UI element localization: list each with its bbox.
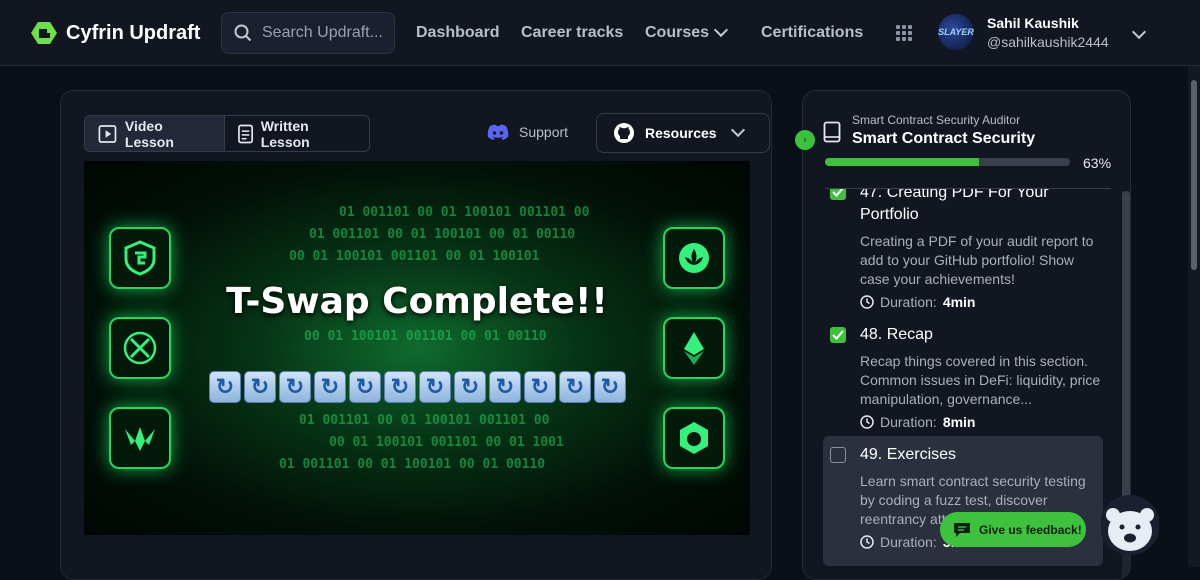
repeat-emoji: ↻	[314, 371, 346, 403]
lesson-item-47[interactable]: 47. Creating PDF For Your Portfolio Crea…	[823, 189, 1103, 310]
user-handle: @sahilkaushik2444	[987, 34, 1109, 50]
resources-chevron-down-icon	[730, 122, 745, 138]
lesson-list-scrollbar-thumb[interactable]	[1122, 191, 1130, 521]
lesson-duration: Duration: 8min	[860, 414, 1103, 430]
logo[interactable]: Cyfrin Updraft	[30, 19, 200, 47]
avatar[interactable]: SLAYER	[938, 14, 974, 50]
resources-label: Resources	[645, 125, 717, 141]
duration-label: Duration:	[880, 534, 937, 550]
feedback-button[interactable]: Give us feedback!	[940, 512, 1086, 547]
clock-icon	[860, 415, 874, 429]
repeat-emoji: ↻	[349, 371, 381, 403]
lesson-description: Creating a PDF of your audit report to a…	[860, 233, 1094, 287]
bear-mascot-icon[interactable]	[1101, 495, 1159, 555]
repeat-emoji: ↻	[454, 371, 486, 403]
repeat-emoji: ↻	[489, 371, 521, 403]
binary-pattern-decor: 01 001101 00 01 100101 00 01 00110	[279, 457, 546, 472]
page-scrollbar-thumb[interactable]	[1191, 80, 1197, 270]
user-name: Sahil Kaushik	[987, 15, 1079, 31]
course-track: Smart Contract Security Auditor	[852, 113, 1021, 127]
repeat-emoji: ↻	[594, 371, 626, 403]
lesson-panel: Video Lesson Written Lesson Support Reso…	[60, 90, 772, 580]
completed-checkbox-icon[interactable]	[830, 189, 846, 200]
course-sidebar: Smart Contract Security Auditor Smart Co…	[802, 90, 1131, 580]
lesson-title: 47. Creating PDF For Your Portfolio	[860, 189, 1049, 223]
collapse-sidebar-button[interactable]: ›	[795, 130, 815, 150]
lesson-duration: Duration: 4min	[860, 294, 1103, 310]
video-player[interactable]: 01 001101 00 01 100101 001101 00 01 0011…	[84, 161, 750, 535]
support-link[interactable]: Support	[487, 124, 568, 140]
video-title: T-Swap Complete!!	[226, 281, 608, 322]
chevron-right-icon: ›	[803, 134, 807, 146]
lesson-title: 48. Recap	[860, 326, 933, 343]
page-scrollbar[interactable]	[1188, 66, 1200, 567]
course-progress-percent: 63%	[1083, 155, 1112, 171]
binary-pattern-decor: 00 01 100101 001101 00 01 1001	[329, 435, 564, 450]
repeat-emoji: ↻	[524, 371, 556, 403]
binary-pattern-decor: 01 001101 00 01 100101 001101 00	[339, 205, 590, 220]
repeat-emoji: ↻	[279, 371, 311, 403]
lesson-description: Recap things covered in this section. Co…	[860, 353, 1101, 407]
user-menu-chevron-down-icon[interactable]	[1131, 24, 1147, 40]
binary-pattern-decor: 01 001101 00 01 100101 00 01 00110	[309, 227, 576, 242]
duration-label: Duration:	[880, 294, 937, 310]
incomplete-checkbox-icon[interactable]	[830, 447, 846, 463]
discord-icon	[487, 124, 509, 140]
written-lesson-tab[interactable]: Written Lesson	[223, 116, 369, 151]
chat-icon	[954, 522, 970, 537]
lotus-badge-icon	[663, 227, 725, 289]
video-lesson-label: Video Lesson	[124, 117, 174, 150]
binary-pattern-decor: 00 01 100101 001101 00 01 100101	[289, 249, 540, 264]
shield-badge-icon	[109, 227, 171, 289]
binary-pattern-decor: 01 001101 00 01 100101 001101 00	[299, 413, 550, 428]
repeat-emoji: ↻	[209, 371, 241, 403]
duration-value: 4min	[942, 294, 976, 310]
ethereum-badge-icon	[663, 317, 725, 379]
repeat-emoji: ↻	[559, 371, 591, 403]
video-lesson-tab[interactable]: Video Lesson	[85, 116, 224, 151]
cyfrin-logo-icon	[31, 22, 57, 44]
resources-dropdown[interactable]: Resources	[596, 113, 770, 153]
search-input[interactable]	[262, 24, 382, 42]
courses-chevron-down-icon[interactable]	[713, 22, 729, 38]
support-label: Support	[519, 124, 569, 140]
book-icon	[823, 121, 841, 143]
nav-career-tracks[interactable]: Career tracks	[521, 24, 623, 42]
written-lesson-label: Written Lesson	[260, 117, 310, 150]
tools-badge-icon	[109, 317, 171, 379]
repeat-emoji: ↻	[244, 371, 276, 403]
course-progress-bar	[825, 158, 1070, 166]
github-icon	[614, 123, 634, 143]
duration-value: 8min	[942, 414, 976, 430]
repeat-emoji: ↻	[384, 371, 416, 403]
helmet-badge-icon	[663, 407, 725, 469]
nav-dashboard[interactable]: Dashboard	[416, 24, 500, 42]
search-icon	[234, 24, 252, 42]
duration-label: Duration:	[880, 414, 937, 430]
repeat-emoji-row: ↻ ↻ ↻ ↻ ↻ ↻ ↻ ↻ ↻ ↻ ↻ ↻	[209, 371, 626, 403]
clock-icon	[860, 295, 874, 309]
course-progress-fill	[825, 158, 980, 166]
binary-pattern-decor: 00 01 100101 001101 00 01 00110	[304, 329, 547, 344]
clock-icon	[860, 535, 874, 549]
document-icon	[237, 124, 253, 143]
lesson-title: 49. Exercises	[860, 446, 957, 463]
nav-certifications[interactable]: Certifications	[761, 24, 863, 42]
avatar-text: SLAYER	[938, 27, 974, 37]
logo-text: Cyfrin Updraft	[66, 21, 201, 44]
lesson-item-48[interactable]: 48. Recap Recap things covered in this s…	[823, 324, 1103, 430]
wings-badge-icon	[109, 407, 171, 469]
top-navigation-bar: Cyfrin Updraft Dashboard Career tracks C…	[0, 0, 1200, 66]
repeat-emoji: ↻	[419, 371, 451, 403]
lesson-type-toggle: Video Lesson Written Lesson	[84, 115, 370, 152]
completed-checkbox-icon[interactable]	[830, 327, 846, 343]
course-title[interactable]: Smart Contract Security	[852, 130, 1035, 148]
apps-grid-icon[interactable]	[896, 25, 912, 41]
feedback-label: Give us feedback!	[979, 522, 1082, 537]
nav-courses[interactable]: Courses	[645, 24, 709, 42]
video-icon	[98, 124, 117, 143]
search-box[interactable]	[221, 12, 395, 54]
